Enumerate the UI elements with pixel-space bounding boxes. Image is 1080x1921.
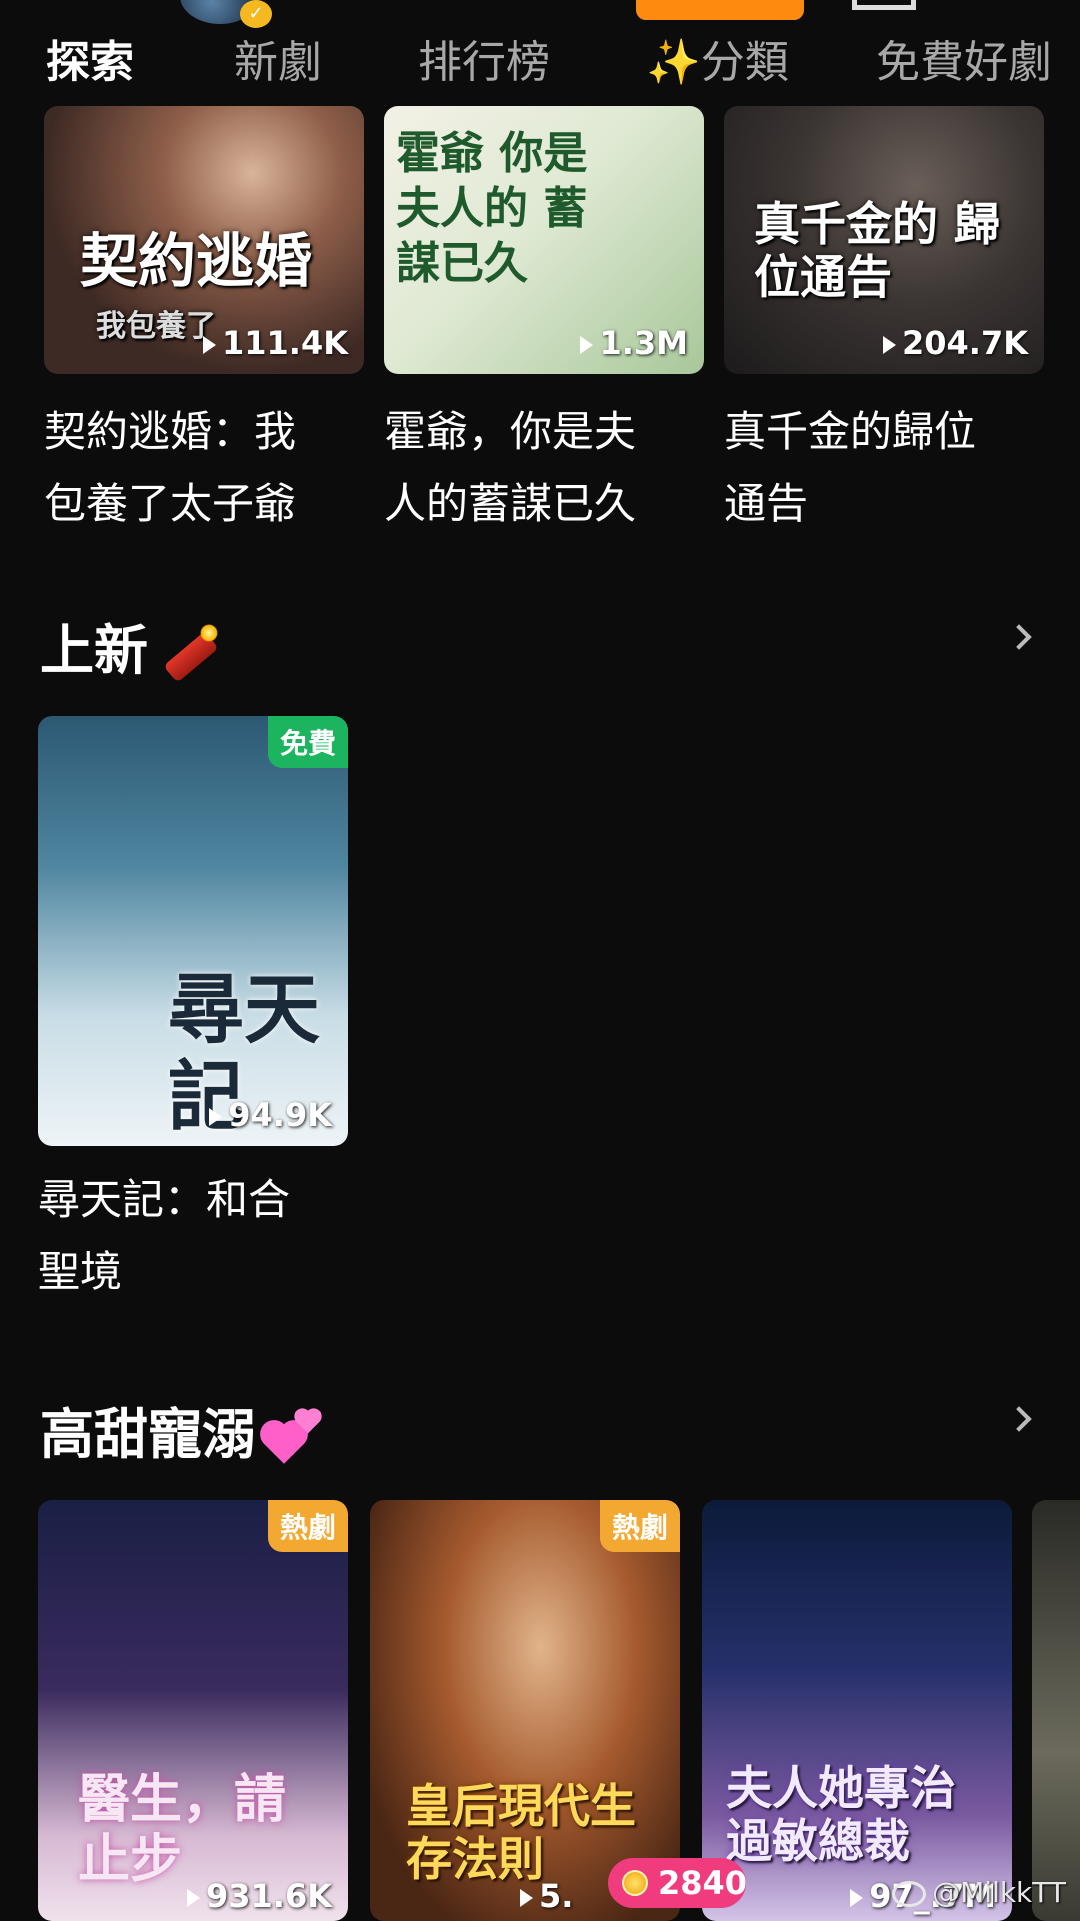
poster-subtitle: 我包養了 xyxy=(96,309,216,344)
drama-card[interactable] xyxy=(1032,1500,1080,1921)
play-icon xyxy=(202,336,216,354)
verified-badge-icon: ✓ xyxy=(240,0,272,28)
drama-card[interactable]: 契約逃婚 我包養了 111.4K 契約逃婚：我 包養了太子爺 xyxy=(44,106,364,528)
poster-title: 醫生，請止步 xyxy=(78,1769,287,1890)
poster-title: 霍爺 你是夫人的 蓄謀已久 xyxy=(396,128,588,289)
top-tab-bar: 探索 新劇 排行榜 ✨分類 免費好劇 xyxy=(0,26,1080,88)
tab-free-dramas[interactable]: 免費好劇 xyxy=(876,26,1052,90)
poster-title: 皇后現代生存法則 xyxy=(406,1779,636,1886)
drama-poster: 醫生，請止步 931.6K 熱劇 xyxy=(38,1500,348,1921)
poster-title: 真千金的 歸位通告 xyxy=(754,197,1001,304)
drama-poster: 霍爺 你是夫人的 蓄謀已久 1.3M xyxy=(384,106,704,374)
drama-poster: 尋天記 94.9K 免費 xyxy=(38,716,348,1146)
drama-poster: 真千金的 歸位通告 204.7K xyxy=(724,106,1044,374)
tab-new-dramas[interactable]: 新劇 xyxy=(234,26,322,90)
hot-badge: 熱劇 xyxy=(267,1500,348,1552)
drama-title: 霍爺，你是夫 人的蓄謀已久 xyxy=(384,407,637,528)
view-count: 5. xyxy=(520,1877,573,1915)
play-icon xyxy=(580,336,594,354)
section-header-sweet[interactable]: 高甜寵溺 xyxy=(40,1390,326,1469)
drama-card[interactable]: 醫生，請止步 931.6K 熱劇 xyxy=(38,1500,348,1921)
drama-poster xyxy=(1032,1500,1080,1921)
hearts-icon xyxy=(260,1408,326,1468)
drama-title: 尋天記：和合 聖境 xyxy=(38,1175,291,1296)
view-count: 204.7K xyxy=(882,324,1028,362)
play-icon xyxy=(520,1889,533,1907)
weibo-icon xyxy=(892,1881,927,1907)
drama-title: 真千金的歸位 通告 xyxy=(724,407,977,528)
weibo-watermark: @MilkkTT xyxy=(892,1876,1066,1909)
firecracker-icon xyxy=(152,624,222,684)
play-icon xyxy=(209,1108,223,1126)
drama-card[interactable]: 夫人她專治過敏總裁 97_.7M xyxy=(702,1500,1012,1921)
tab-rankings[interactable]: 排行榜 xyxy=(418,26,550,90)
coin-icon xyxy=(622,1870,648,1896)
play-icon xyxy=(186,1889,200,1907)
view-count: 94.9K xyxy=(209,1096,332,1134)
view-count: 931.6K xyxy=(186,1877,332,1915)
poster-title: 契約逃婚 xyxy=(80,227,313,295)
hot-badge: 熱劇 xyxy=(599,1500,680,1552)
play-icon xyxy=(850,1889,864,1907)
promo-button[interactable] xyxy=(636,0,804,20)
scan-icon[interactable] xyxy=(852,0,916,10)
chevron-right-icon[interactable] xyxy=(1006,624,1032,650)
poster-title: 夫人她專治過敏總裁 xyxy=(726,1761,956,1868)
drama-poster: 契約逃婚 我包養了 111.4K xyxy=(44,106,364,374)
section-header-new[interactable]: 上新 xyxy=(40,606,222,685)
drama-card[interactable]: 真千金的 歸位通告 204.7K 真千金的歸位 通告 xyxy=(724,106,1044,528)
free-badge: 免費 xyxy=(267,716,348,768)
drama-card[interactable]: 霍爺 你是夫人的 蓄謀已久 1.3M 霍爺，你是夫 人的蓄謀已久 xyxy=(384,106,704,528)
drama-poster: 夫人她專治過敏總裁 97_.7M xyxy=(702,1500,1012,1921)
view-count: 1.3M xyxy=(580,324,688,362)
app-screen: ✓ 探索 新劇 排行榜 ✨分類 免費好劇 契約逃婚 我包養了 111.4K 契約… xyxy=(0,0,1080,1921)
coin-balance-button[interactable]: 2840 xyxy=(608,1858,747,1908)
drama-card[interactable]: 尋天記 94.9K 免費 尋天記：和合 聖境 xyxy=(38,716,348,1326)
play-icon xyxy=(882,336,896,354)
tab-explore[interactable]: 探索 xyxy=(46,26,134,90)
drama-title: 契約逃婚：我 包養了太子爺 xyxy=(44,407,297,528)
tab-categories[interactable]: ✨分類 xyxy=(646,26,789,90)
chevron-right-icon[interactable] xyxy=(1006,1406,1032,1432)
view-count: 111.4K xyxy=(202,324,348,362)
